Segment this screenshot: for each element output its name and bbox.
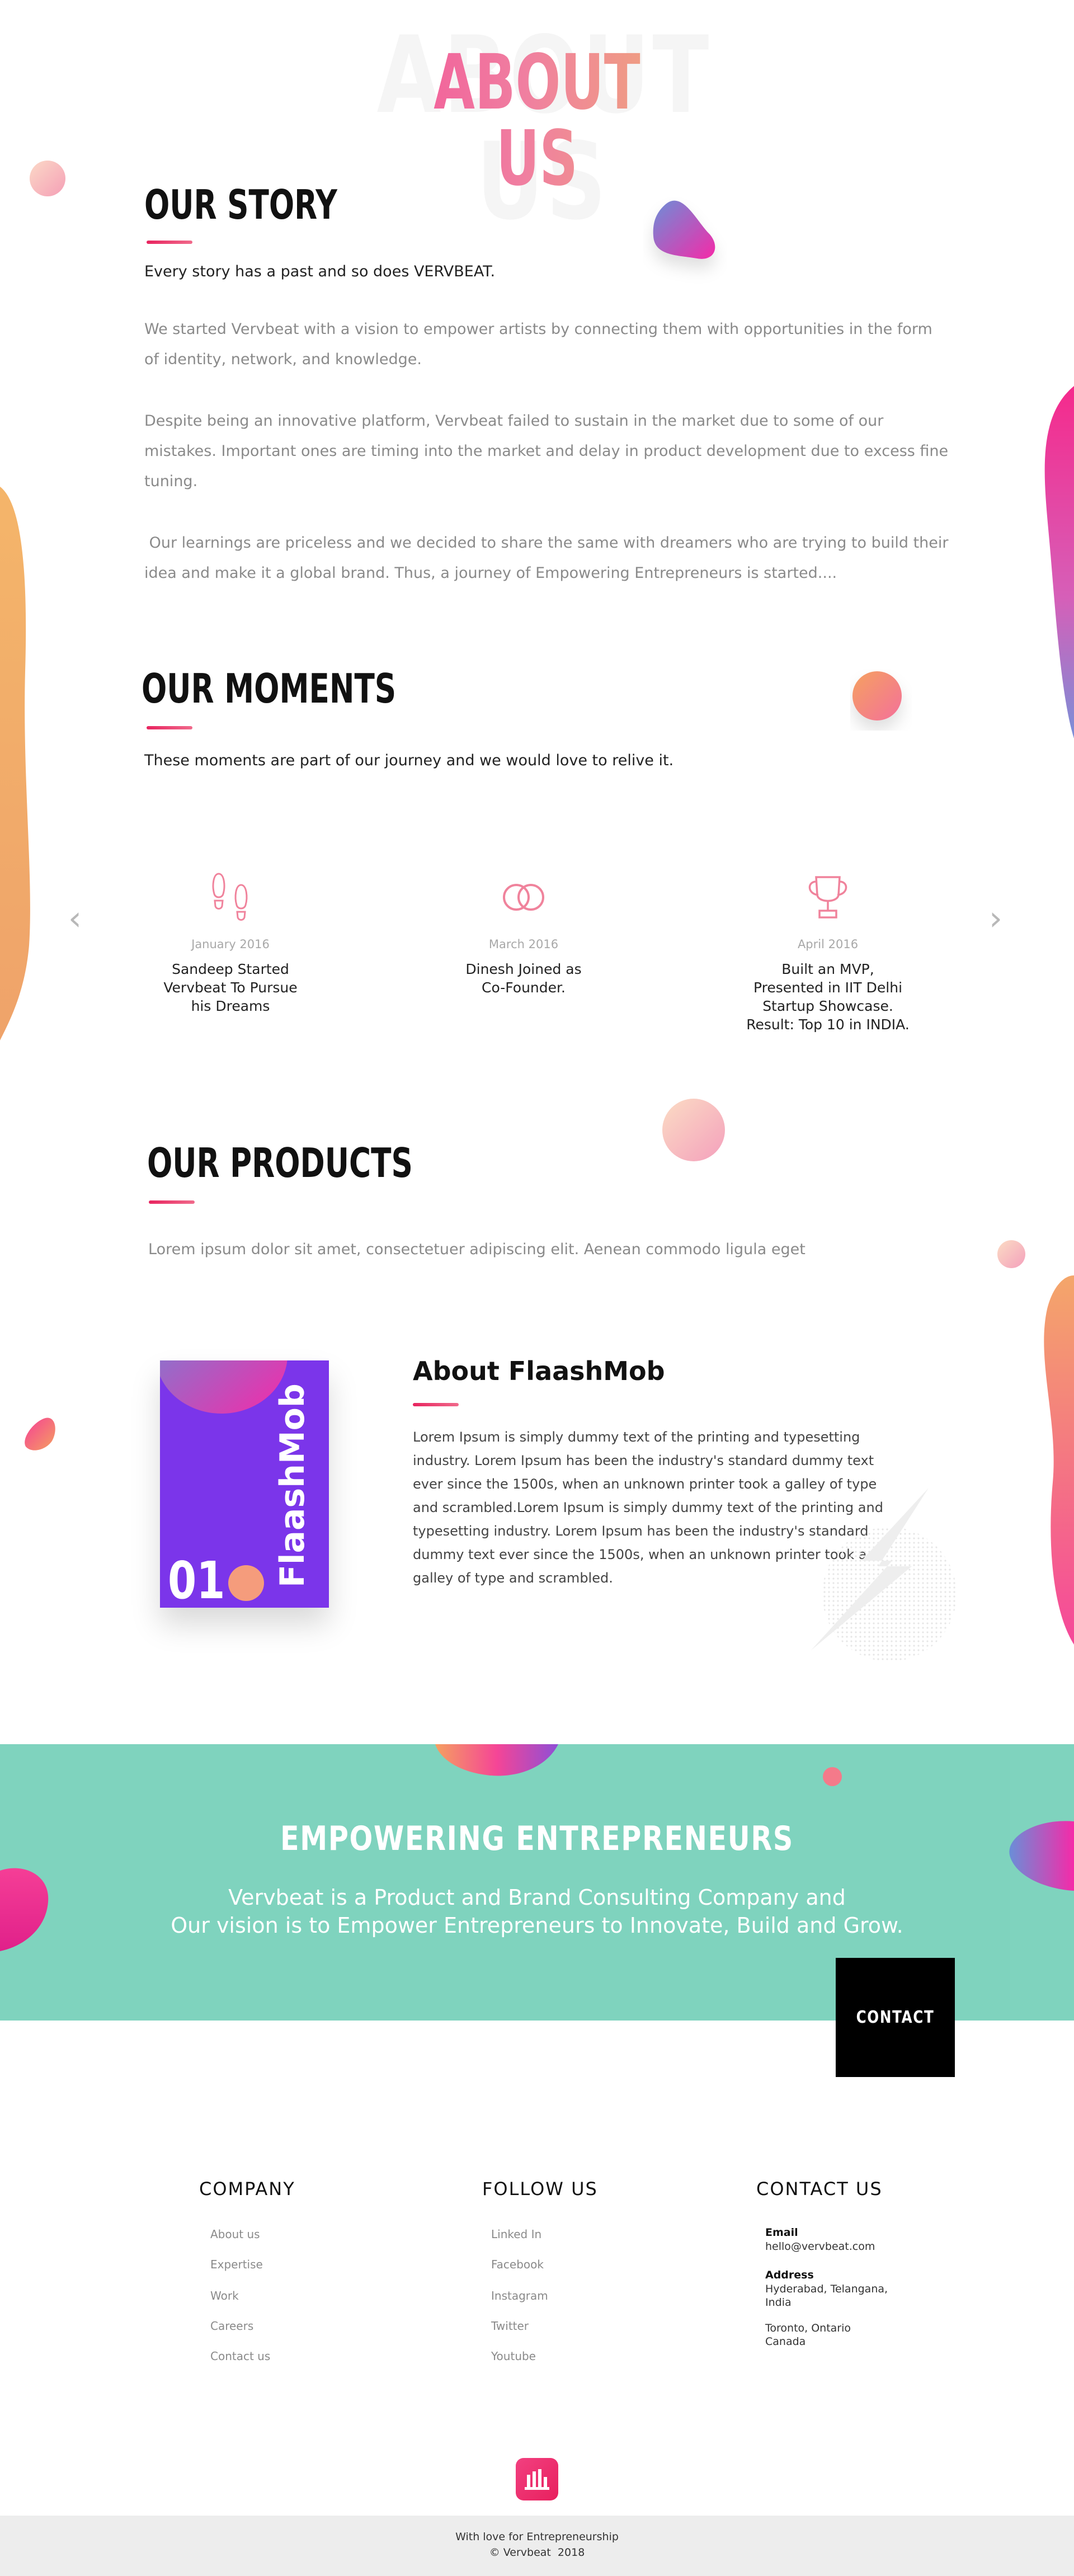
decorative-circle <box>823 1767 842 1786</box>
decorative-circle <box>852 671 902 720</box>
card-product-name: FlaashMob <box>273 1383 312 1588</box>
lightning-icon <box>811 1488 957 1661</box>
moment-desc-line: Dinesh Joined as <box>465 961 582 977</box>
footer-link-about[interactable]: About us <box>210 2227 260 2241</box>
vervbeat-logo-icon[interactable] <box>516 2458 558 2500</box>
decorative-blob-right <box>1044 386 1074 738</box>
address-value: Hyderabad, Telangana, India <box>765 2282 888 2309</box>
contact-us-label: CONTACT US <box>856 2008 935 2146</box>
footer-link-careers[interactable]: Careers <box>210 2319 253 2333</box>
email-value[interactable]: hello@vervbeat.com <box>765 2240 875 2253</box>
footer-link-linkedin[interactable]: Linked In <box>491 2227 541 2241</box>
moment-card: January 2016 Sandeep Started Vervbeat To… <box>135 869 326 1015</box>
banner-text-line: Our vision is to Empower Entrepreneurs t… <box>171 1913 903 1938</box>
moment-desc-line: his Dreams <box>191 998 270 1014</box>
moment-date: March 2016 <box>488 938 559 951</box>
story-paragraph: Our learnings are priceless and we decid… <box>144 534 954 582</box>
product-card[interactable]: 01 FlaashMob <box>160 1360 329 1608</box>
page-title: ABOUT US <box>412 45 662 197</box>
carousel-next-button[interactable]: › <box>989 902 1002 935</box>
footer-link-twitter[interactable]: Twitter <box>491 2319 529 2333</box>
moment-desc-line: Co-Founder. <box>482 979 566 996</box>
products-lead: Lorem ipsum dolor sit amet, consectetuer… <box>148 1241 805 1258</box>
footer-link-youtube[interactable]: Youtube <box>491 2349 536 2363</box>
moment-desc-line: Built an MVP, <box>781 961 874 977</box>
footer-link-contact[interactable]: Contact us <box>210 2349 270 2363</box>
product-about-line: industry. Lorem Ipsum has been the indus… <box>413 1453 874 1468</box>
title-underline <box>149 1200 195 1204</box>
moment-card: April 2016 Built an MVP, Presented in II… <box>733 869 923 1034</box>
decorative-blob-right <box>1009 1821 1074 1891</box>
address-line: India <box>765 2296 792 2309</box>
carousel-prev-button[interactable]: ‹ <box>68 902 82 935</box>
moment-date: January 2016 <box>191 938 270 951</box>
footer-copyright: © Vervbeat 2018 <box>489 2546 585 2559</box>
rings-icon <box>503 884 544 911</box>
story-paragraph: Despite being an innovative platform, Ve… <box>144 412 949 490</box>
moment-desc: Sandeep Started Vervbeat To Pursue his D… <box>135 960 326 1015</box>
footer-link-work[interactable]: Work <box>210 2289 239 2302</box>
banner-text-line: Vervbeat is a Product and Brand Consulti… <box>228 1885 846 1910</box>
story-lead: Every story has a past and so does VERVB… <box>144 263 496 280</box>
address-line: Hyderabad, Telangana, <box>765 2283 888 2295</box>
title-underline <box>147 726 192 729</box>
moment-desc-line: Vervbeat To Pursue <box>163 979 298 996</box>
section-title-story: OUR STORY <box>144 181 337 228</box>
address-value: Toronto, Ontario Canada <box>765 2321 851 2348</box>
moment-desc: Built an MVP, Presented in IIT Delhi Sta… <box>733 960 923 1034</box>
moment-desc: Dinesh Joined as Co-Founder. <box>428 960 619 997</box>
moment-desc-line: Sandeep Started <box>172 961 289 977</box>
address-label: Address <box>765 2269 814 2281</box>
decorative-circle <box>662 1099 725 1161</box>
footer-link-instagram[interactable]: Instagram <box>491 2289 548 2302</box>
footer-heading-follow: FOLLOW US <box>482 2178 598 2200</box>
moment-desc-line: Presented in IIT Delhi <box>753 979 903 996</box>
decorative-blob-right <box>1044 1275 1074 1645</box>
section-title-products: OUR PRODUCTS <box>147 1139 413 1186</box>
moment-date: April 2016 <box>797 938 859 951</box>
product-about-title: About FlaashMob <box>413 1356 665 1386</box>
decorative-blob <box>435 1744 558 1776</box>
footer-link-expertise[interactable]: Expertise <box>210 2258 263 2271</box>
address-line: Toronto, Ontario <box>765 2322 851 2334</box>
story-paragraph: We started Vervbeat with a vision to emp… <box>144 321 932 368</box>
address-line: Canada <box>765 2335 806 2348</box>
moment-desc-line: Result: Top 10 in INDIA. <box>746 1016 910 1033</box>
footprints-icon <box>212 873 248 921</box>
decorative-blob <box>25 1417 55 1451</box>
footer-link-facebook[interactable]: Facebook <box>491 2258 544 2271</box>
card-number: 01 <box>168 1551 225 1608</box>
footer-bottom-bar <box>0 2516 1074 2576</box>
email-label: Email <box>765 2226 798 2239</box>
title-underline <box>147 241 192 244</box>
decorative-blob-left <box>0 487 30 1040</box>
decorative-circle <box>30 161 65 196</box>
product-about-line: Lorem Ipsum is simply dummy text of the … <box>413 1429 860 1445</box>
title-underline <box>413 1403 459 1406</box>
footer-tagline: With love for Entrepreneurship <box>455 2531 619 2543</box>
trophy-icon <box>808 876 847 919</box>
section-title-moments: OUR MOMENTS <box>142 665 397 712</box>
moment-card: March 2016 Dinesh Joined as Co-Founder. <box>428 869 619 997</box>
decorative-blob <box>653 200 715 259</box>
decorative-circle <box>997 1240 1025 1268</box>
contact-us-button[interactable]: CONTACT US <box>836 1958 955 2146</box>
moments-lead: These moments are part of our journey an… <box>144 752 674 769</box>
moment-desc-line: Startup Showcase. <box>762 998 893 1014</box>
footer-heading-contact: CONTACT US <box>756 2178 883 2200</box>
banner-title: EMPOWERING ENTREPRENEURS <box>280 1819 794 1858</box>
footer-heading-company: COMPANY <box>199 2178 295 2200</box>
